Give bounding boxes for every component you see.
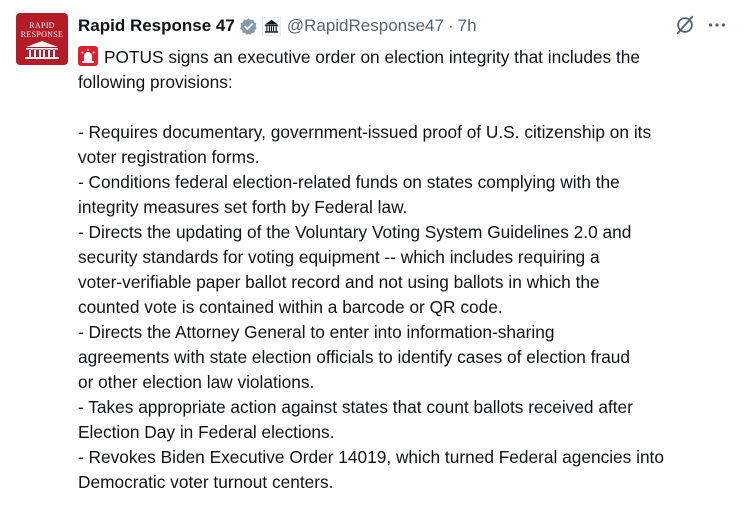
avatar[interactable]: RAPID RESPONSE (16, 13, 68, 65)
tweet-line: Democratic voter turnout centers. (78, 472, 334, 492)
avatar-logo-text: RESPONSE (20, 30, 64, 39)
timestamp[interactable]: 7h (458, 16, 477, 36)
tweet-line: - Directs the Attorney General to enter … (78, 322, 555, 342)
tweet[interactable]: RAPID RESPONSE Rapid Response 47 @RapidR… (0, 0, 756, 507)
handle[interactable]: @RapidResponse47 (287, 16, 444, 36)
tweet-header: Rapid Response 47 @RapidResponse47 · 7h (78, 14, 477, 38)
tweet-line: - Revokes Biden Executive Order 14019, w… (78, 447, 664, 467)
tweet-line: agreements with state election officials… (78, 347, 631, 367)
separator-dot: · (447, 16, 454, 35)
tweet-line: following provisions: (78, 72, 233, 92)
grok-icon[interactable] (674, 14, 696, 36)
tweet-line: - Conditions federal election-related fu… (78, 172, 620, 192)
tweet-line: voter registration forms. (78, 147, 260, 167)
avatar-logo-text: RAPID (29, 21, 55, 30)
more-options-icon[interactable] (706, 14, 728, 36)
white-house-affiliation-icon[interactable] (261, 16, 282, 36)
display-name[interactable]: Rapid Response 47 (78, 16, 235, 36)
tweet-line: or other election law violations. (78, 372, 315, 392)
tweet-line: - Directs the updating of the Voluntary … (78, 222, 632, 242)
verified-badge-icon[interactable] (239, 17, 258, 36)
tweet-line: integrity measures set forth by Federal … (78, 197, 408, 217)
tweet-actions (674, 14, 728, 36)
tweet-text: POTUS signs an executive order on electi… (78, 45, 738, 495)
tweet-line: - Requires documentary, government-issue… (78, 122, 652, 142)
siren-emoji-icon (78, 46, 98, 66)
tweet-line: - Takes appropriate action against state… (78, 397, 633, 417)
tweet-line: voter-verifiable paper ballot record and… (78, 272, 600, 292)
tweet-line: POTUS signs an executive order on electi… (78, 45, 738, 70)
tweet-line: security standards for voting equipment … (78, 247, 600, 267)
tweet-line: Election Day in Federal elections. (78, 422, 335, 442)
tweet-line: counted vote is contained within a barco… (78, 297, 503, 317)
building-logo-icon (25, 41, 59, 59)
